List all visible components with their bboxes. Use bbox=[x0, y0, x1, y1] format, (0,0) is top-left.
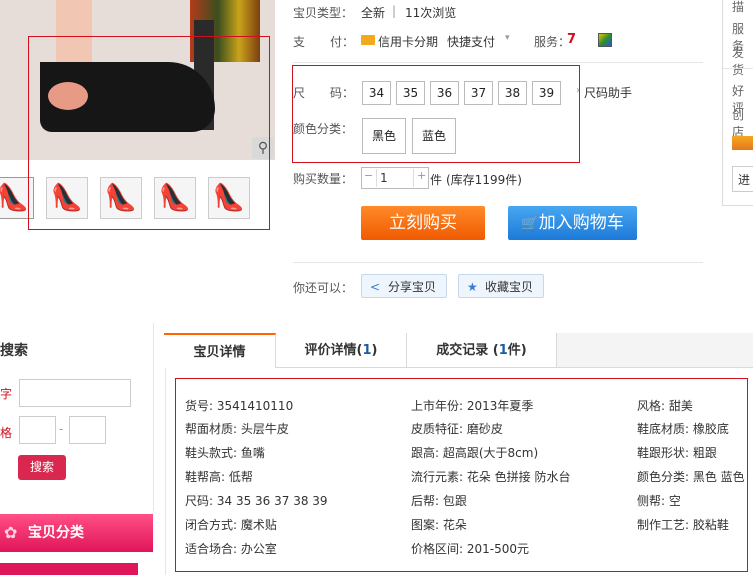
shop-line-1: 描 bbox=[732, 0, 745, 14]
star-icon: ★ bbox=[467, 280, 478, 294]
price-label: 格 bbox=[0, 426, 13, 440]
highlight-box-gallery bbox=[28, 36, 270, 230]
favorite-label: 收藏宝贝 bbox=[485, 280, 534, 294]
quantity-input[interactable]: 1 bbox=[376, 169, 414, 187]
cart-icon: 🛒 bbox=[521, 216, 539, 232]
type-label: 宝贝类型： bbox=[293, 6, 354, 20]
shop-line-3: 发货 bbox=[732, 46, 745, 77]
service-badge-icon[interactable] bbox=[598, 33, 612, 47]
share-icon: < bbox=[370, 280, 381, 294]
flower-icon: ✿ bbox=[4, 523, 18, 542]
price-max-input[interactable] bbox=[69, 416, 106, 444]
sidebar-search-button[interactable]: 搜索 bbox=[18, 455, 66, 480]
type-value: 全新 bbox=[361, 6, 386, 20]
also-label: 你还可以： bbox=[293, 281, 354, 295]
highlight-box-options bbox=[292, 65, 580, 163]
minus-icon[interactable]: − bbox=[364, 169, 373, 182]
quantity-label: 购买数量： bbox=[293, 172, 354, 186]
type-separator: | bbox=[392, 4, 397, 18]
price-min-input[interactable] bbox=[19, 416, 56, 444]
tab-details[interactable]: 宝贝详情 bbox=[164, 333, 276, 368]
view-count: 11次浏览 bbox=[405, 6, 457, 20]
quantity-unit: 件 bbox=[430, 173, 443, 187]
add-to-cart-label: 加入购物车 bbox=[538, 213, 624, 233]
category-title: 宝贝分类 bbox=[28, 525, 84, 541]
tab-reviews-close: ) bbox=[371, 343, 378, 358]
share-label: 分享宝贝 bbox=[388, 280, 437, 294]
transaction-count: 1 bbox=[498, 343, 508, 358]
shop-badge-icon bbox=[732, 136, 753, 150]
price-separator: - bbox=[59, 422, 64, 436]
enter-shop-button[interactable]: 进 bbox=[732, 166, 753, 192]
plus-icon[interactable]: + bbox=[417, 169, 426, 182]
tab-transactions[interactable]: 成交记录 (1件) bbox=[407, 333, 557, 367]
pay-label-a: 支 bbox=[293, 35, 306, 49]
tab-details-label: 宝贝详情 bbox=[193, 345, 246, 360]
highlight-box-attributes bbox=[175, 378, 748, 572]
add-to-cart-button[interactable]: 🛒加入购物车 bbox=[508, 206, 637, 240]
shop-info-panel: 描 服务 发货 好评 创店 进 bbox=[722, 0, 753, 206]
keyword-input[interactable] bbox=[19, 379, 131, 407]
tab-reviews-label: 评价详情( bbox=[304, 343, 363, 358]
divider bbox=[293, 62, 703, 63]
dropdown-icon[interactable]: ▾ bbox=[505, 33, 510, 43]
credit-card-icon bbox=[361, 35, 375, 45]
share-button[interactable]: < 分享宝贝 bbox=[361, 274, 447, 298]
size-helper-link[interactable]: 尺码助手 bbox=[584, 84, 632, 101]
tab-transactions-label: 成交记录 ( bbox=[436, 343, 499, 358]
pay-label-b: 付： bbox=[330, 35, 355, 49]
sidebar-search-title: 搜索 bbox=[0, 343, 28, 359]
pay-option-quick[interactable]: 快捷支付 bbox=[447, 33, 495, 50]
seven-day-return-icon[interactable]: 7 bbox=[567, 32, 576, 47]
category-header[interactable]: ✿ 宝贝分类 bbox=[0, 514, 153, 552]
shop-line-5: 创店 bbox=[732, 108, 745, 139]
tab-transactions-close: 件) bbox=[507, 343, 527, 358]
divider bbox=[723, 68, 753, 69]
category-item-bar[interactable] bbox=[0, 563, 138, 575]
quantity-stepper[interactable]: − 1 + bbox=[361, 167, 429, 189]
shoe-icon: 👠 bbox=[0, 183, 30, 213]
keyword-label: 字 bbox=[0, 387, 13, 401]
stock-count: (库存1199件) bbox=[446, 173, 522, 187]
divider bbox=[293, 262, 703, 263]
service-label: 服务： bbox=[534, 35, 571, 49]
tab-reviews[interactable]: 评价详情(1) bbox=[276, 333, 407, 367]
favorite-button[interactable]: ★ 收藏宝贝 bbox=[458, 274, 544, 298]
buy-now-button[interactable]: 立刻购买 bbox=[361, 206, 485, 240]
pay-option-installment[interactable]: 信用卡分期 bbox=[378, 33, 438, 50]
review-count: 1 bbox=[362, 343, 372, 358]
